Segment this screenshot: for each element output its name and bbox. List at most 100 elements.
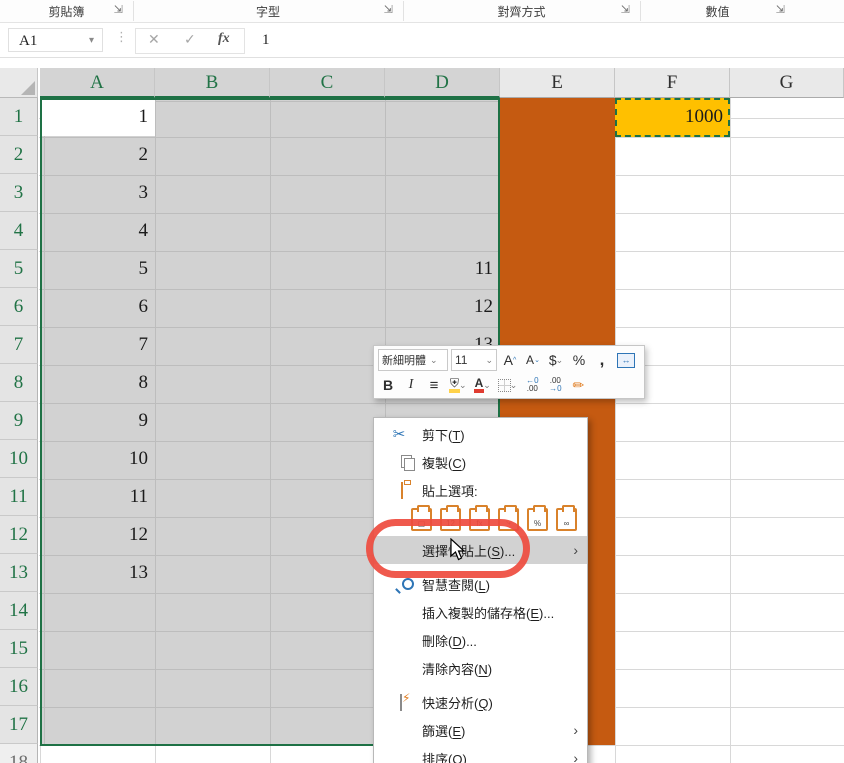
menu-item-label: 快速分析(Q) [422,695,493,711]
chevron-down-icon[interactable]: ⌄ [430,355,438,366]
row-header-6[interactable]: 6 [0,288,38,326]
context-menu: ✂剪下(T)複製(C)貼上選項:▢12fx⤷%∞選擇性貼上(S)...›智慧查閱… [373,417,588,763]
insert-function-icon[interactable]: fx [218,31,230,47]
menu-item-delete[interactable]: 刪除(D)... [374,626,587,654]
cell-a7[interactable]: 7 [40,326,155,364]
cell-a2[interactable]: 2 [40,136,155,174]
row-header-9[interactable]: 9 [0,402,38,440]
row-header-11[interactable]: 11 [0,478,38,516]
menu-item-copy[interactable]: 複製(C) [374,448,587,476]
quick-analysis-icon: ⚡ [388,692,410,711]
row-header-4[interactable]: 4 [0,212,38,250]
row-header-8[interactable]: 8 [0,364,38,402]
percent-style-icon[interactable]: % [569,350,589,370]
column-header-a[interactable]: A [40,68,155,98]
cell-a12[interactable]: 12 [40,516,155,554]
cell-a4[interactable]: 4 [40,212,155,250]
select-all-button[interactable] [0,68,38,98]
menu-item-paste-options[interactable]: 貼上選項: [374,476,587,504]
mouse-cursor [450,538,466,561]
column-header-e[interactable]: E [500,68,615,98]
decrease-decimal-icon[interactable]: .00 →0 [545,375,565,395]
shrink-font-icon[interactable]: A ⌄ [523,350,543,370]
mini-toolbar: 新細明體 ⌄ 11 ⌄ A ^ A ⌄ $ ⌄ % , ↔ B I ≡ ⛨ ⌄ A ⌄ ⌄… [373,345,645,399]
row-header-16[interactable]: 16 [0,668,38,706]
row-header-7[interactable]: 7 [0,326,38,364]
cell-d5[interactable]: 11 [385,250,500,288]
select-all-triangle-icon [21,81,35,95]
cell-a8[interactable]: 8 [40,364,155,402]
column-header-f[interactable]: F [615,68,730,98]
column-header-d[interactable]: D [385,68,500,98]
menu-item-insert-copied[interactable]: 插入複製的儲存格(E)... [374,598,587,626]
chevron-down-icon[interactable]: ▾ [89,29,94,53]
cell-a6[interactable]: 6 [40,288,155,326]
center-icon[interactable]: ≡ [424,375,444,395]
ribbon-group-4: 數值 ⇲ [640,0,795,22]
italic-icon[interactable]: I [401,375,421,395]
increase-decimal-icon[interactable]: ←0.00 [522,375,542,395]
row-header-1[interactable]: 1 [0,98,38,136]
dialog-launcher-icon[interactable]: ⇲ [114,3,123,16]
cell-a9[interactable]: 9 [40,402,155,440]
menu-item-clear[interactable]: 清除內容(N) [374,654,587,682]
column-header-c[interactable]: C [270,68,385,98]
column-header-b[interactable]: B [155,68,270,98]
row-header-15[interactable]: 15 [0,630,38,668]
row-header-3[interactable]: 3 [0,174,38,212]
dialog-launcher-icon[interactable]: ⇲ [384,3,393,16]
name-box[interactable]: A1 ▾ [8,28,103,52]
enter-icon[interactable]: ✓ [184,31,196,48]
accounting-format-icon[interactable]: $ ⌄ [546,350,566,370]
column-header-g[interactable]: G [730,68,844,98]
cancel-icon[interactable]: ✕ [148,31,160,48]
font-size-value: 11 [455,353,468,367]
cell-a10[interactable]: 10 [40,440,155,478]
dialog-launcher-icon[interactable]: ⇲ [776,3,785,16]
comma-style-icon[interactable]: , [592,350,612,370]
row-header-13[interactable]: 13 [0,554,38,592]
chevron-down-icon[interactable]: ⌄ [485,355,493,366]
borders-icon[interactable]: ⌄ [496,375,520,395]
annotation-red-circle [366,519,530,578]
cell-f1[interactable]: 1000 [615,98,730,136]
cell-a5[interactable]: 5 [40,250,155,288]
bold-icon[interactable]: B [378,375,398,395]
column-headers: ABCDEFG [0,68,844,98]
format-painter-icon[interactable]: ✏ [568,375,588,395]
menu-item-quick-analysis[interactable]: ⚡ 快速分析(Q) [374,688,587,716]
cell-a11[interactable]: 11 [40,478,155,516]
row-header-14[interactable]: 14 [0,592,38,630]
row-header-10[interactable]: 10 [0,440,38,478]
column-width-icon[interactable]: ↔ [615,350,637,370]
submenu-arrow-icon: › [573,542,578,558]
ribbon-group-3: 對齊方式 ⇲ [403,0,640,22]
row-header-2[interactable]: 2 [0,136,38,174]
row-header-5[interactable]: 5 [0,250,38,288]
formula-row: A1 ▾ ⋮ ✕ ✓ fx 1 [0,23,844,58]
cell-a13[interactable]: 13 [40,554,155,592]
menu-item-filter[interactable]: 篩選(E) › [374,716,587,744]
font-size-select[interactable]: 11 ⌄ [451,349,497,371]
row-header-12[interactable]: 12 [0,516,38,554]
dialog-launcher-icon[interactable]: ⇲ [621,3,630,16]
grow-font-icon[interactable]: A ^ [500,350,520,370]
font-color-icon[interactable]: A ⌄ [472,375,493,395]
cell-d6[interactable]: 12 [385,288,500,326]
paste-link-icon[interactable]: ∞ [556,505,577,531]
menu-item-sort[interactable]: 排序(O) › [374,744,587,763]
row-headers: 1 2 3 4 5 6 7 8 9 10 11 12 13 14 15 16 17 18 [0,98,38,763]
menu-item-cut[interactable]: ✂ 剪下(T) [374,420,587,448]
fill-color-icon[interactable]: ⛨ ⌄ [447,375,469,395]
menu-item-label: 剪下(T) [422,427,465,443]
formula-bar[interactable]: 1 [248,28,844,52]
font-name-select[interactable]: 新細明體 ⌄ [378,349,448,371]
cell-a3[interactable]: 3 [40,174,155,212]
row-header-17[interactable]: 17 [0,706,38,744]
cell-a1[interactable]: 1 [40,98,155,136]
copy-icon [388,454,415,471]
formula-buttons: ✕ ✓ fx [135,28,245,54]
row-header-18[interactable]: 18 [0,744,38,763]
ribbon-group-2: 字型 ⇲ [133,0,403,22]
paste-formatting-icon[interactable]: % [527,505,548,531]
